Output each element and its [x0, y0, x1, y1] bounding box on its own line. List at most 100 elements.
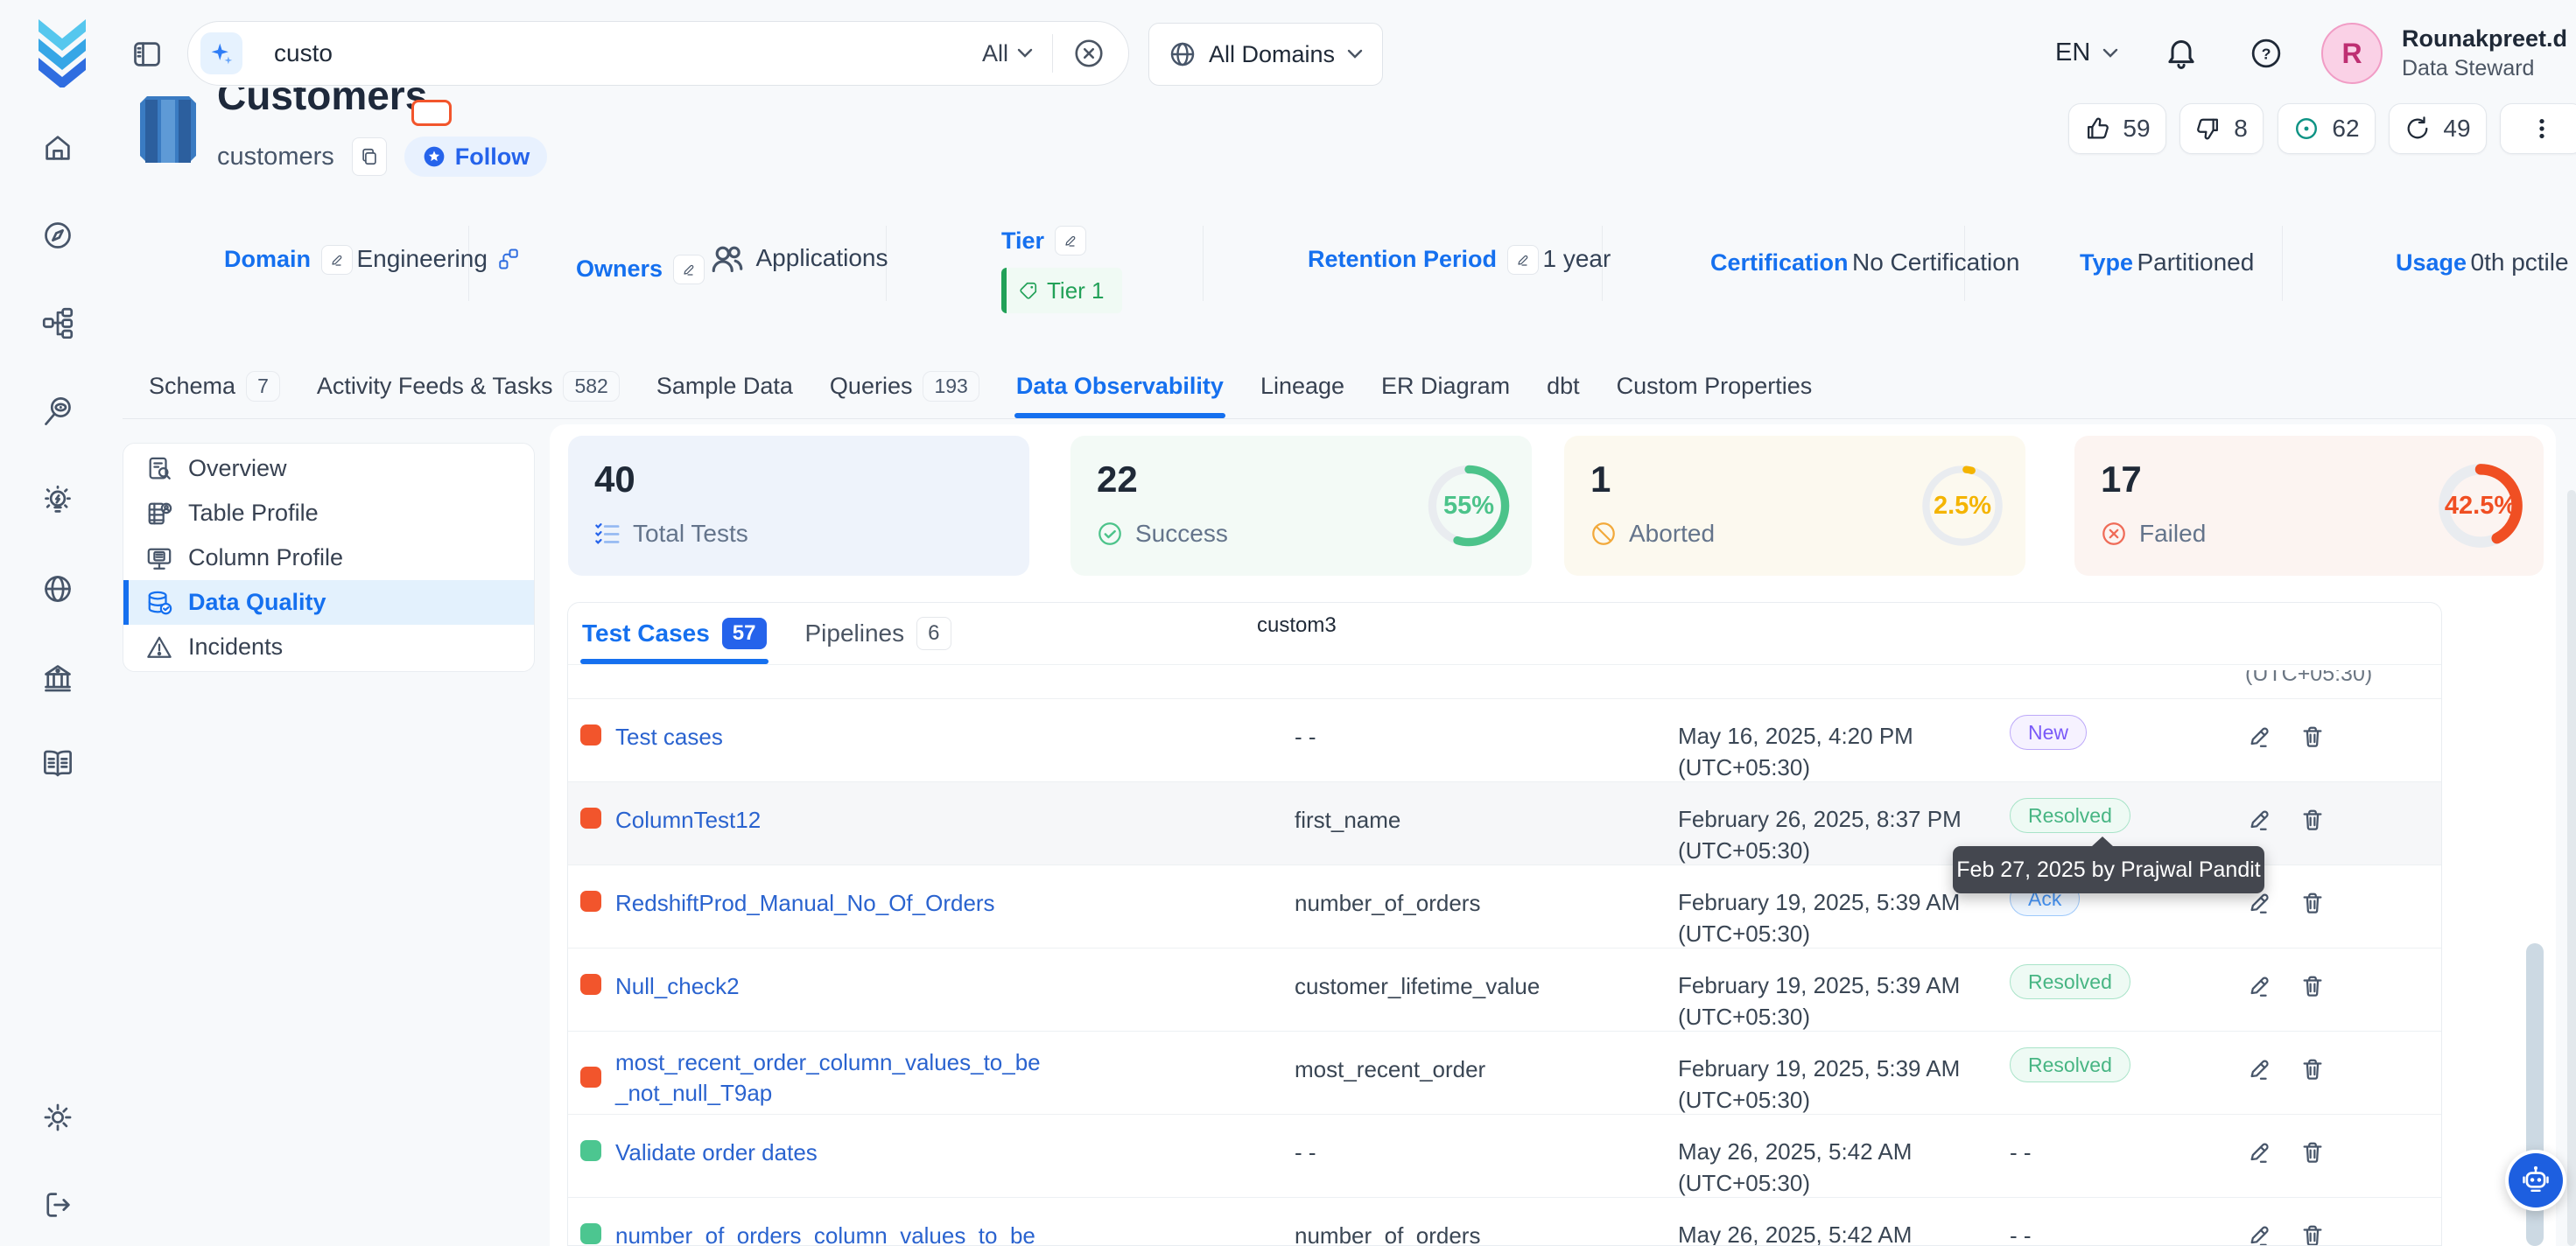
global-search[interactable]: All: [187, 21, 1129, 86]
sidebar-item-home[interactable]: [40, 130, 75, 165]
tab-activity[interactable]: Activity Feeds & Tasks582: [317, 354, 620, 418]
test-case-link[interactable]: RedshiftProd_Manual_No_Of_Orders: [615, 888, 995, 919]
delete-icon[interactable]: [2299, 1056, 2326, 1082]
meta-owners-value[interactable]: Applications: [756, 244, 888, 272]
outer-scrollbar[interactable]: [2567, 490, 2576, 1246]
nav-data-quality[interactable]: Data Quality: [123, 580, 534, 625]
chatbot-button[interactable]: [2505, 1150, 2566, 1211]
sidebar-item-settings[interactable]: [40, 1100, 75, 1135]
aborted-pct: 2.5%: [1934, 492, 1991, 521]
meta-owners: Owners Applications: [576, 226, 888, 284]
floating-custom3-text: custom3: [1257, 613, 1337, 638]
copy-name-button[interactable]: [352, 137, 387, 176]
edit-icon[interactable]: [2247, 1139, 2273, 1166]
test-case-link[interactable]: ColumnTest12: [615, 805, 761, 836]
link-nodes-icon[interactable]: [498, 248, 519, 270]
star-circle-icon: [422, 144, 446, 169]
total-tests-value: 40: [594, 458, 1029, 500]
status-badge[interactable]: Resolved: [2010, 964, 2130, 999]
sidebar-item-observability[interactable]: [40, 394, 75, 429]
tab-sample-data[interactable]: Sample Data: [656, 354, 793, 418]
sidebar-item-lineage[interactable]: [40, 305, 75, 340]
chevron-down-icon: [2102, 48, 2118, 59]
test-case-link[interactable]: Null_check2: [615, 971, 740, 1002]
clear-search-icon[interactable]: [1072, 37, 1106, 70]
tab-custom-properties[interactable]: Custom Properties: [1617, 354, 1813, 418]
edit-icon[interactable]: [2247, 973, 2273, 999]
refresh-button[interactable]: 49: [2389, 103, 2487, 154]
tab-data-observability[interactable]: Data Observability: [1016, 354, 1224, 418]
ai-sparkle-icon: [209, 41, 234, 66]
test-case-link[interactable]: most_recent_order_column_values_to_be _n…: [615, 1047, 1041, 1109]
tab-queries[interactable]: Queries193: [830, 354, 979, 418]
sidebar-item-explore[interactable]: [40, 218, 75, 253]
sidebar-item-domains[interactable]: [40, 571, 75, 606]
edit-icon[interactable]: [2247, 724, 2273, 750]
downvote-count: 8: [2234, 115, 2248, 143]
ai-sparkle-chip[interactable]: [200, 32, 242, 74]
sidebar-item-insights[interactable]: [40, 483, 75, 518]
sidebar-item-logout[interactable]: [40, 1187, 75, 1222]
tab-pipelines[interactable]: Pipelines 6: [805, 603, 951, 664]
tab-er-diagram[interactable]: ER Diagram: [1381, 354, 1510, 418]
all-domains-button[interactable]: All Domains: [1148, 23, 1383, 86]
sidebar-item-glossary[interactable]: [40, 746, 75, 781]
tab-schema[interactable]: Schema7: [149, 354, 280, 418]
test-case-link[interactable]: Test cases: [615, 722, 723, 752]
user-menu[interactable]: R Rounakpreet.d Data Steward: [2321, 23, 2576, 84]
svg-text:?: ?: [2262, 46, 2271, 63]
app-logo[interactable]: [33, 18, 91, 92]
avatar[interactable]: R: [2321, 23, 2383, 84]
status-badge[interactable]: Resolved: [2010, 1047, 2130, 1082]
edit-icon[interactable]: [2247, 1222, 2273, 1246]
nav-overview[interactable]: Overview: [123, 446, 534, 491]
edit-icon[interactable]: [2247, 807, 2273, 833]
tier-badge[interactable]: Tier 1: [1001, 268, 1122, 313]
status-square-icon: [580, 891, 601, 912]
edit-owners-button[interactable]: [673, 255, 705, 284]
total-tests-label: Total Tests: [633, 520, 748, 548]
delete-icon[interactable]: [2299, 973, 2326, 999]
nav-incidents[interactable]: Incidents: [123, 625, 534, 669]
delete-icon[interactable]: [2299, 890, 2326, 916]
views-button[interactable]: 62: [2278, 103, 2376, 154]
delete-icon[interactable]: [2299, 807, 2326, 833]
status-square-icon: [580, 808, 601, 829]
more-actions-button[interactable]: [2500, 103, 2576, 154]
test-case-link[interactable]: number_of_orders_column_values_to_be_: [615, 1221, 1048, 1246]
entity-tab-bar: Schema7 Activity Feeds & Tasks582 Sample…: [123, 354, 2576, 419]
tab-lineage[interactable]: Lineage: [1260, 354, 1344, 418]
delete-icon[interactable]: [2299, 1222, 2326, 1246]
upvote-button[interactable]: 59: [2068, 103, 2166, 154]
follow-button[interactable]: Follow: [404, 136, 547, 177]
delete-icon[interactable]: [2299, 1139, 2326, 1166]
meta-domain: Domain Engineering: [224, 226, 519, 275]
search-scope-dropdown[interactable]: All: [982, 40, 1033, 67]
edit-icon[interactable]: [2247, 890, 2273, 916]
edit-retention-button[interactable]: [1507, 245, 1539, 275]
help-button[interactable]: ?: [2250, 37, 2283, 74]
edit-tier-button[interactable]: [1055, 226, 1086, 256]
search-scope-label: All: [982, 40, 1008, 67]
notifications-button[interactable]: [2164, 35, 2199, 70]
nav-column-profile[interactable]: Column Profile: [123, 536, 534, 580]
edit-domain-button[interactable]: [321, 245, 353, 275]
card-success: 22 Success 55%: [1070, 436, 1532, 576]
nav-table-profile[interactable]: Table Profile: [123, 491, 534, 536]
test-case-link[interactable]: Validate order dates: [615, 1138, 818, 1168]
delete-icon[interactable]: [2299, 724, 2326, 750]
status-badge[interactable]: New: [2010, 715, 2087, 750]
downvote-button[interactable]: 8: [2179, 103, 2264, 154]
tab-test-cases[interactable]: Test Cases 57: [582, 603, 767, 664]
status-badge[interactable]: Resolved: [2010, 798, 2130, 833]
edit-icon[interactable]: [2247, 1056, 2273, 1082]
sidebar-item-govern[interactable]: [40, 661, 75, 696]
copy-icon: [360, 147, 379, 166]
language-selector[interactable]: EN: [2055, 38, 2118, 67]
success-pct: 55%: [1443, 492, 1494, 521]
entity-type-icon: [133, 93, 203, 172]
search-input[interactable]: [272, 38, 982, 68]
sidebar-toggle-button[interactable]: [131, 38, 163, 70]
tooltip: Feb 27, 2025 by Prajwal Pandit: [1953, 846, 2264, 893]
tab-dbt[interactable]: dbt: [1547, 354, 1580, 418]
